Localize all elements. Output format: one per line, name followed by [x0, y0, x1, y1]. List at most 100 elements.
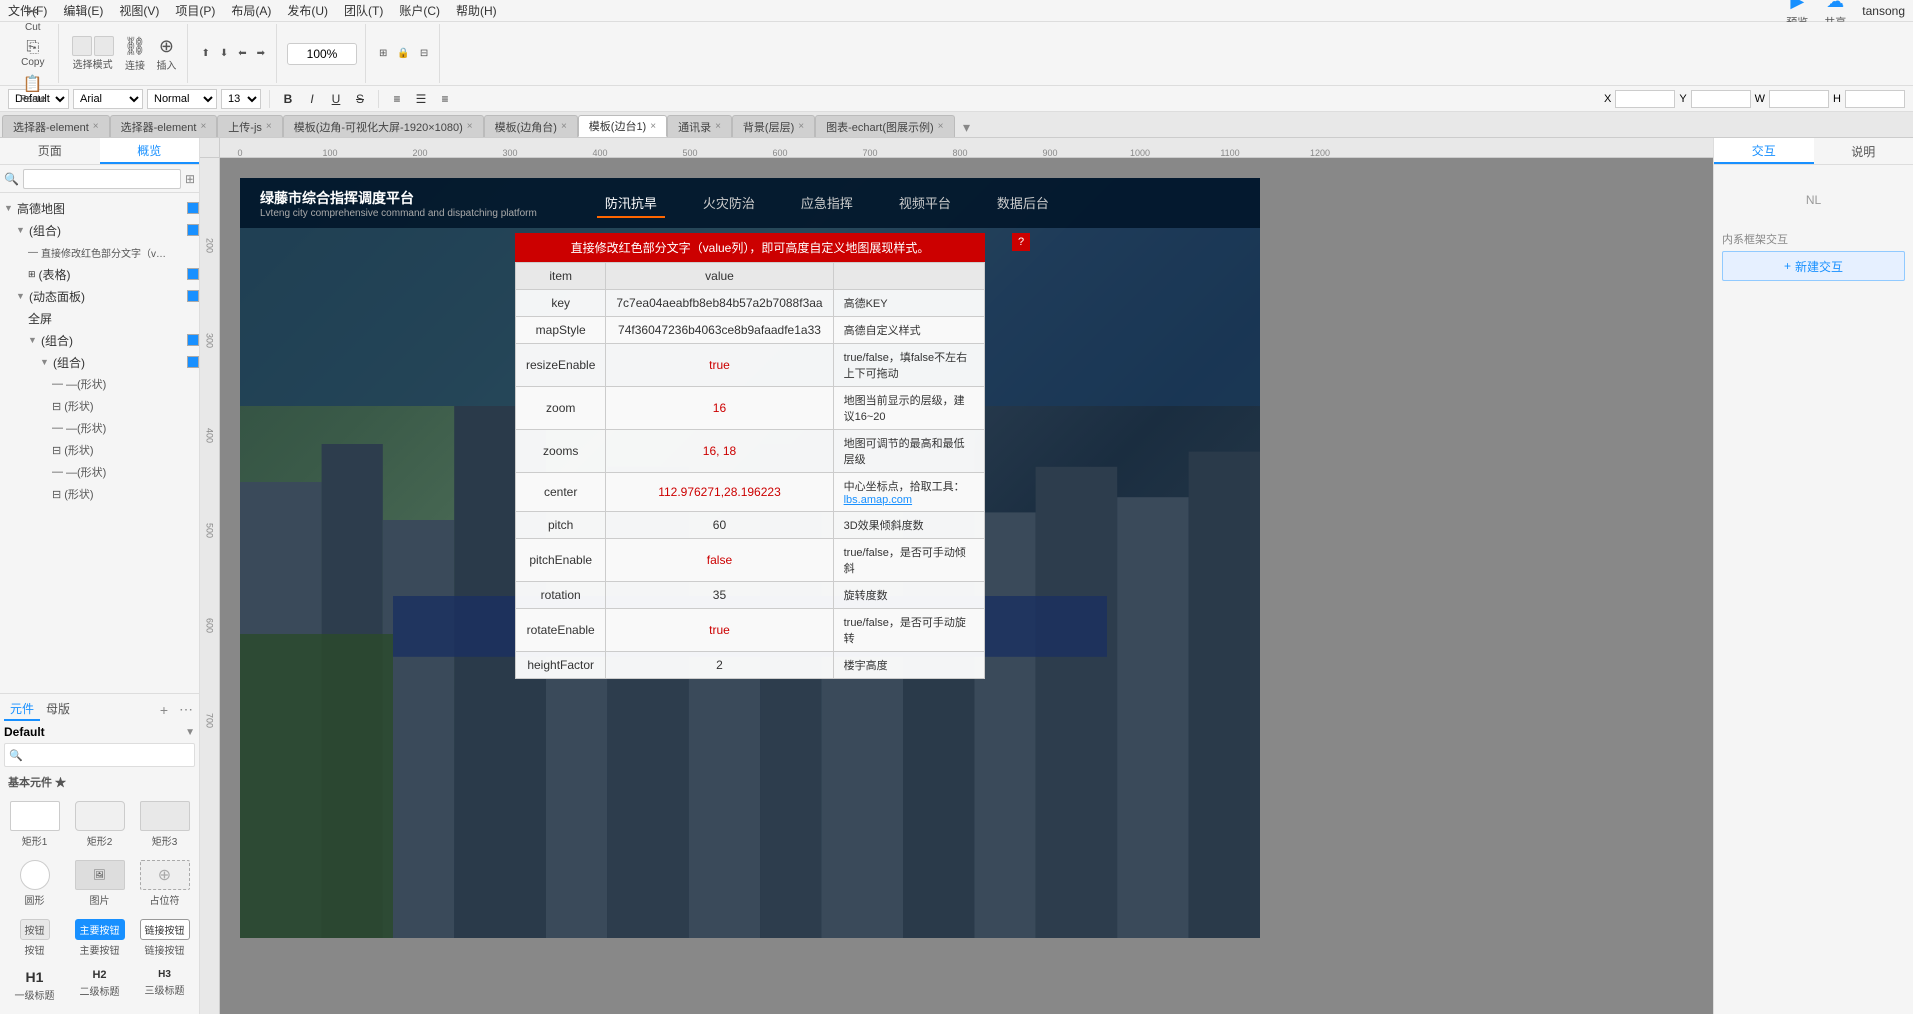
- grid-btn[interactable]: ⊞: [376, 46, 390, 61]
- align-right-text-btn[interactable]: ≡: [435, 89, 455, 109]
- size-select[interactable]: 13: [221, 89, 261, 109]
- select-mode-btn[interactable]: 选择模式: [69, 34, 117, 73]
- tree-toggle-1[interactable]: ▼: [16, 225, 26, 235]
- filter-icon[interactable]: ⊞: [185, 172, 195, 186]
- tab-close-0[interactable]: ×: [93, 121, 99, 132]
- y-input[interactable]: 1080: [1691, 90, 1751, 108]
- tree-item-table[interactable]: ⊞ (表格): [0, 263, 199, 285]
- tab-close-6[interactable]: ×: [715, 121, 721, 132]
- comp-h1[interactable]: H1 一级标题: [4, 965, 65, 1006]
- comp-btn1[interactable]: 按钮 按钮: [4, 915, 65, 961]
- default-dropdown-icon[interactable]: ▼: [185, 727, 195, 738]
- tree-toggle-4[interactable]: ▼: [16, 291, 26, 301]
- tree-item-combo-2[interactable]: ▼ (组合): [0, 329, 199, 351]
- menu-account[interactable]: 账户(C): [399, 2, 440, 19]
- comp-h3[interactable]: H3 三级标题: [134, 965, 195, 1006]
- menu-team[interactable]: 团队(T): [344, 2, 383, 19]
- tree-checkbox-7[interactable]: [187, 356, 199, 368]
- masters-tab[interactable]: 母版: [40, 698, 76, 721]
- align-right-btn[interactable]: ➡: [254, 46, 268, 61]
- tree-checkbox-3[interactable]: [187, 268, 199, 280]
- tree-toggle-0[interactable]: ▼: [4, 203, 14, 213]
- align-left-btn[interactable]: ⬅: [235, 46, 249, 61]
- overview-tab[interactable]: 概览: [100, 138, 200, 164]
- tab-2[interactable]: 上传-js ×: [217, 115, 282, 137]
- tree-item-fullscreen[interactable]: 全屏: [0, 307, 199, 329]
- tab-close-8[interactable]: ×: [938, 121, 944, 132]
- italic-btn[interactable]: I: [302, 89, 322, 109]
- tree-toggle-6[interactable]: ▼: [28, 335, 38, 345]
- description-tab[interactable]: 说明: [1814, 138, 1913, 164]
- x-input[interactable]: [1615, 90, 1675, 108]
- tab-close-1[interactable]: ×: [200, 121, 206, 132]
- tab-4[interactable]: 模板(边角台) ×: [484, 115, 578, 137]
- nav-item-3[interactable]: 视频平台: [891, 189, 959, 218]
- left-search-input[interactable]: [23, 169, 181, 189]
- tree-item-shape-6[interactable]: ⊟ (形状): [0, 483, 199, 505]
- tab-8[interactable]: 图表-echart(图展示例) ×: [815, 115, 954, 137]
- comp-circle[interactable]: 圆形: [4, 856, 65, 911]
- cut-btn[interactable]: ✂ Cut: [17, 0, 49, 35]
- interaction-tab[interactable]: 交互: [1714, 138, 1814, 164]
- nav-item-2[interactable]: 应急指挥: [793, 189, 861, 218]
- tree-item-dynamic-panel[interactable]: ▼ (动态面板): [0, 285, 199, 307]
- tab-add-btn[interactable]: ▾: [957, 117, 977, 137]
- tab-close-7[interactable]: ×: [798, 121, 804, 132]
- tree-item-direct-edit[interactable]: — 直接修改红色部分文字（value列）...: [0, 241, 199, 263]
- menu-layout[interactable]: 布局(A): [231, 2, 271, 19]
- tab-7[interactable]: 背景(层层) ×: [732, 115, 815, 137]
- strikethrough-btn[interactable]: S: [350, 89, 370, 109]
- align-center-text-btn[interactable]: ☰: [411, 89, 431, 109]
- tree-checkbox-1[interactable]: [187, 224, 199, 236]
- tab-close-2[interactable]: ×: [266, 121, 272, 132]
- pages-tab[interactable]: 页面: [0, 138, 100, 164]
- tree-item-shape-3[interactable]: — —(形状): [0, 417, 199, 439]
- copy-btn[interactable]: ⎘ Copy: [17, 37, 49, 70]
- comp-image[interactable]: 🖼 图片: [69, 856, 130, 911]
- tab-close-4[interactable]: ×: [561, 121, 567, 132]
- comp-h2[interactable]: H2 二级标题: [69, 965, 130, 1006]
- menu-project[interactable]: 项目(P): [175, 2, 215, 19]
- nav-item-0[interactable]: 防汛抗旱: [597, 189, 665, 218]
- tab-5[interactable]: 模板(边台1) ×: [578, 115, 667, 137]
- insert-btn[interactable]: ⊕ 插入: [153, 34, 179, 74]
- bold-btn[interactable]: B: [278, 89, 298, 109]
- w-input[interactable]: [1769, 90, 1829, 108]
- normal-select[interactable]: Normal: [147, 89, 217, 109]
- paste-btn[interactable]: 📋 Paste: [16, 72, 50, 107]
- comp-btn3[interactable]: 链接按钮 链接按钮: [134, 915, 195, 961]
- tab-3[interactable]: 模板(边角-可视化大屏-1920×1080) ×: [283, 115, 484, 137]
- table-link-5[interactable]: lbs.amap.com: [844, 494, 912, 506]
- new-interaction-btn[interactable]: + 新建交互: [1722, 251, 1905, 281]
- tab-close-5[interactable]: ×: [650, 121, 656, 132]
- comp-rect2[interactable]: 矩形2: [69, 797, 130, 852]
- align-top-btn[interactable]: ⬆: [198, 46, 212, 61]
- tab-1[interactable]: 选择器-element ×: [110, 115, 218, 137]
- add-component-btn[interactable]: +: [155, 701, 173, 719]
- comp-placeholder[interactable]: ⊕ 占位符: [134, 856, 195, 911]
- component-search-input[interactable]: [23, 749, 190, 761]
- font-select[interactable]: Arial: [73, 89, 143, 109]
- connect-btn[interactable]: ⛓ 连接: [121, 34, 150, 74]
- tab-6[interactable]: 通讯录 ×: [667, 115, 732, 137]
- tree-item-shape-4[interactable]: ⊟ (形状): [0, 439, 199, 461]
- tree-item-shape-2[interactable]: ⊟ (形状): [0, 395, 199, 417]
- align-bottom-btn[interactable]: ⬇: [217, 46, 231, 61]
- comp-btn2[interactable]: 主要按钮 主要按钮: [69, 915, 130, 961]
- tree-item-shape-1[interactable]: — —(形状): [0, 373, 199, 395]
- zoom-input[interactable]: [287, 43, 357, 65]
- align-left-text-btn[interactable]: ≡: [387, 89, 407, 109]
- components-tab[interactable]: 元件: [4, 698, 40, 721]
- menu-help[interactable]: 帮助(H): [456, 2, 497, 19]
- tab-0[interactable]: 选择器-element ×: [2, 115, 110, 137]
- canvas-viewport[interactable]: 绿藤市综合指挥调度平台 Lvteng city comprehensive co…: [220, 158, 1713, 1014]
- more-component-btn[interactable]: ⋯: [177, 701, 195, 719]
- nav-item-4[interactable]: 数据后台: [989, 189, 1057, 218]
- menu-view[interactable]: 视图(V): [119, 2, 159, 19]
- tree-toggle-7[interactable]: ▼: [40, 357, 50, 367]
- nav-item-1[interactable]: 火灾防治: [695, 189, 763, 218]
- tab-close-3[interactable]: ×: [467, 121, 473, 132]
- question-mark-icon[interactable]: ?: [1012, 233, 1030, 251]
- h-input[interactable]: 1080: [1845, 90, 1905, 108]
- group-btn[interactable]: ⊟: [417, 46, 431, 61]
